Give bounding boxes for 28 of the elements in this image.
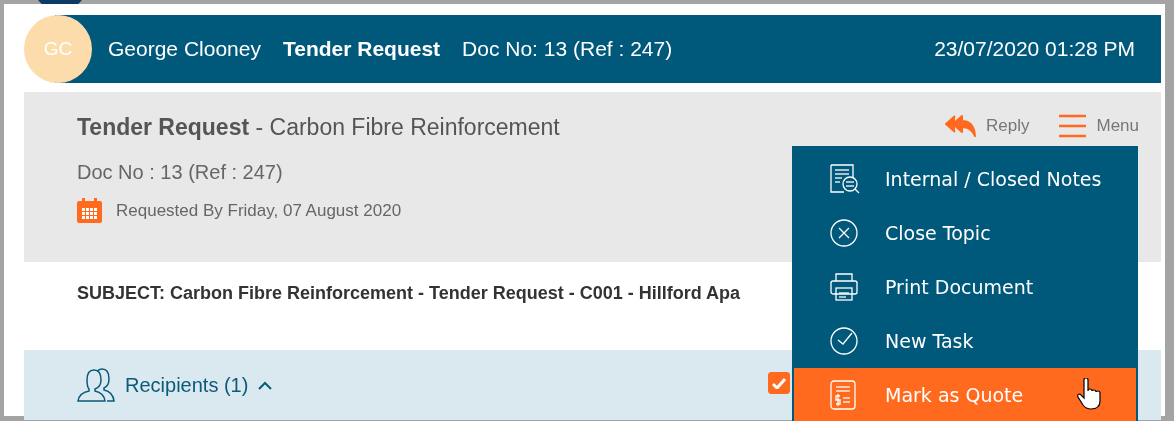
menu-item[interactable]: Close Topic	[792, 206, 1138, 260]
requested-by-date: Requested By Friday, 07 August 2020	[116, 200, 402, 221]
document-type: Tender Request	[282, 37, 441, 61]
people-icon	[77, 368, 115, 402]
hand-cursor-icon	[1077, 378, 1103, 410]
reply-all-icon	[945, 114, 976, 137]
caret-icon	[258, 380, 273, 390]
close-circle-icon	[830, 219, 858, 247]
menu-icon	[1059, 114, 1087, 138]
checkbox[interactable]	[768, 372, 790, 394]
menu-item[interactable]: Internal / Closed Notes	[792, 152, 1138, 206]
menu-item[interactable]: Print Document	[792, 260, 1138, 314]
subject-line: SUBJECT: Carbon Fibre Reinforcement - Tender Request - C001 - Hillford Apa	[77, 283, 741, 303]
quote-document-icon	[830, 380, 856, 410]
recipients-toggle[interactable]: Recipients (1)	[77, 368, 273, 402]
avatar: GC	[24, 15, 92, 83]
document-title: Tender Request - Carbon Fibre Reinforcement	[77, 114, 560, 141]
document-number: Doc No : 13 (Ref : 247)	[77, 161, 284, 184]
document-number: Doc No: 13 (Ref : 247)	[462, 37, 673, 61]
menu-item[interactable]: New Task	[792, 314, 1138, 368]
printer-icon	[830, 273, 858, 301]
reply-button[interactable]: Reply	[945, 114, 1030, 137]
timestamp: 23/07/2020 01:28 PM	[934, 37, 1135, 61]
menu-button[interactable]: Menu	[1059, 114, 1139, 138]
check-icon	[772, 377, 786, 389]
notes-search-icon	[830, 164, 860, 194]
calendar-icon	[77, 198, 102, 223]
sender-name: George Clooney	[108, 37, 261, 61]
